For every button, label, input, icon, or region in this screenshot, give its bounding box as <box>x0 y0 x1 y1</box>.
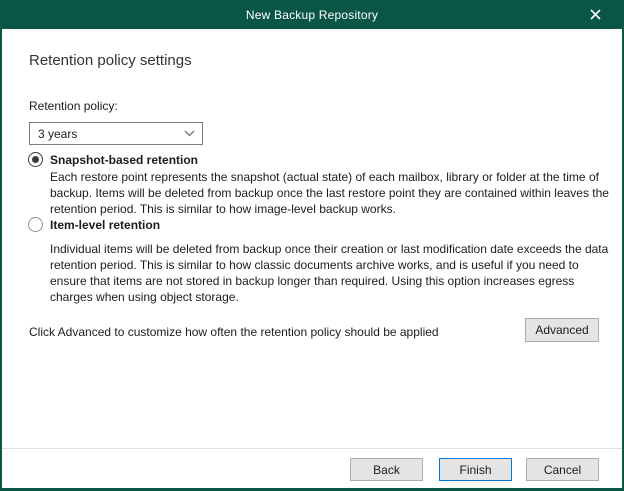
close-icon <box>590 9 601 20</box>
item-retention-description: Individual items will be deleted from ba… <box>50 241 612 305</box>
retention-policy-label: Retention policy: <box>29 99 118 113</box>
page-title: Retention policy settings <box>29 52 192 69</box>
cancel-button[interactable]: Cancel <box>526 458 599 481</box>
footer-divider <box>2 448 622 449</box>
radio-item-level-retention[interactable]: Item-level retention <box>28 217 160 232</box>
radio-selected-icon <box>28 152 43 167</box>
advanced-button[interactable]: Advanced <box>525 318 599 342</box>
radio-snapshot-based-retention[interactable]: Snapshot-based retention <box>28 152 198 167</box>
finish-button[interactable]: Finish <box>439 458 512 481</box>
chevron-down-icon <box>184 130 195 137</box>
radio-snapshot-label: Snapshot-based retention <box>50 153 198 167</box>
retention-policy-selected-value: 3 years <box>38 127 77 141</box>
radio-unselected-icon <box>28 217 43 232</box>
window-title: New Backup Repository <box>246 8 378 22</box>
advanced-hint-text: Click Advanced to customize how often th… <box>29 325 439 339</box>
snapshot-retention-description: Each restore point represents the snapsh… <box>50 169 612 217</box>
close-button[interactable] <box>578 0 612 29</box>
retention-policy-dropdown[interactable]: 3 years <box>29 122 203 145</box>
titlebar: New Backup Repository <box>0 0 624 29</box>
new-backup-repository-dialog: New Backup Repository Retention policy s… <box>0 0 624 491</box>
back-button[interactable]: Back <box>350 458 423 481</box>
radio-item-label: Item-level retention <box>50 218 160 232</box>
